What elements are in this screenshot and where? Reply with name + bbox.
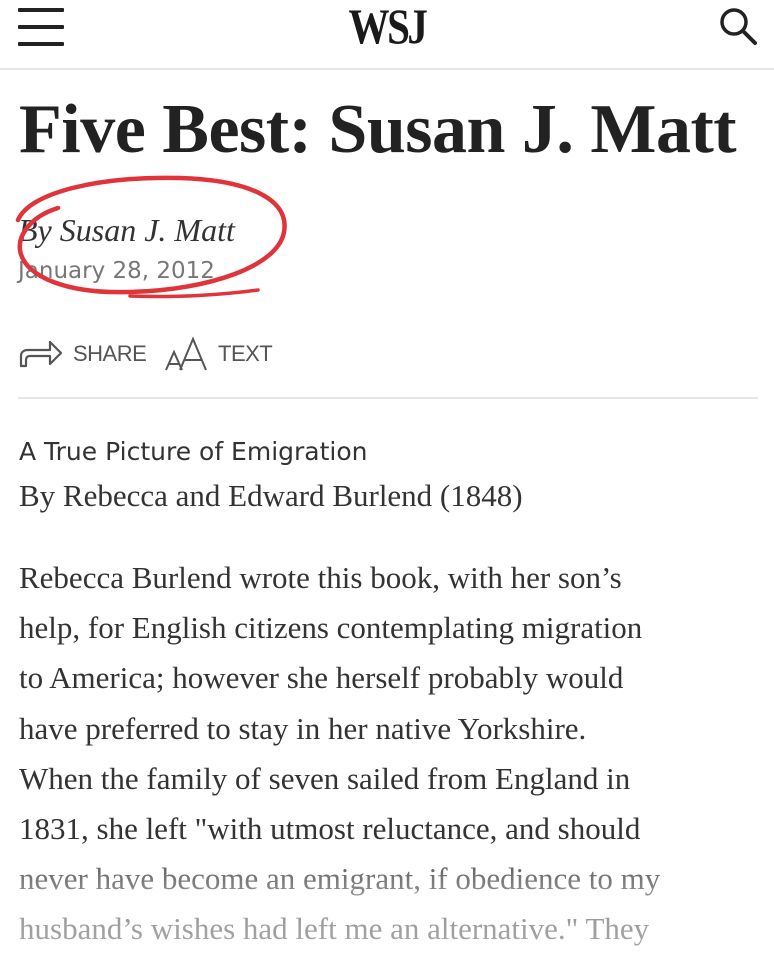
search-icon[interactable] (716, 4, 760, 48)
article-body: Rebecca Burlend wrote this book, with he… (19, 553, 769, 955)
divider (18, 397, 758, 399)
body-line: never have become an emigrant, if obedie… (19, 861, 661, 897)
wsj-logo[interactable]: WSJ (70, 0, 705, 52)
top-bar: WSJ (0, 0, 774, 70)
text-size-button[interactable]: TEXT (164, 334, 274, 374)
red-circle-annotation (15, 175, 287, 299)
body-line: have preferred to stay in her native Yor… (19, 710, 587, 746)
body-line: to America; however she herself probably… (19, 660, 624, 696)
text-label: TEXT (218, 341, 273, 366)
share-button[interactable]: SHARE (18, 334, 147, 374)
book-title: A True Picture of Emigration (19, 437, 368, 466)
book-credit: By Rebecca and Edward Burlend (1848) (19, 478, 523, 513)
share-label: SHARE (73, 341, 147, 366)
share-arrow-icon (19, 340, 63, 368)
body-line: husband’s wishes had left me an alternat… (19, 911, 650, 947)
font-size-icon (165, 336, 207, 371)
body-line: 1831, she left "with utmost reluctance, … (19, 811, 641, 847)
hamburger-menu-icon[interactable] (18, 6, 66, 46)
article-title: Five Best: Susan J. Matt (19, 91, 737, 168)
body-line: help, for English citizens contemplating… (19, 610, 643, 646)
body-line: Rebecca Burlend wrote this book, with he… (19, 560, 622, 595)
body-line: When the family of seven sailed from Eng… (19, 760, 631, 796)
